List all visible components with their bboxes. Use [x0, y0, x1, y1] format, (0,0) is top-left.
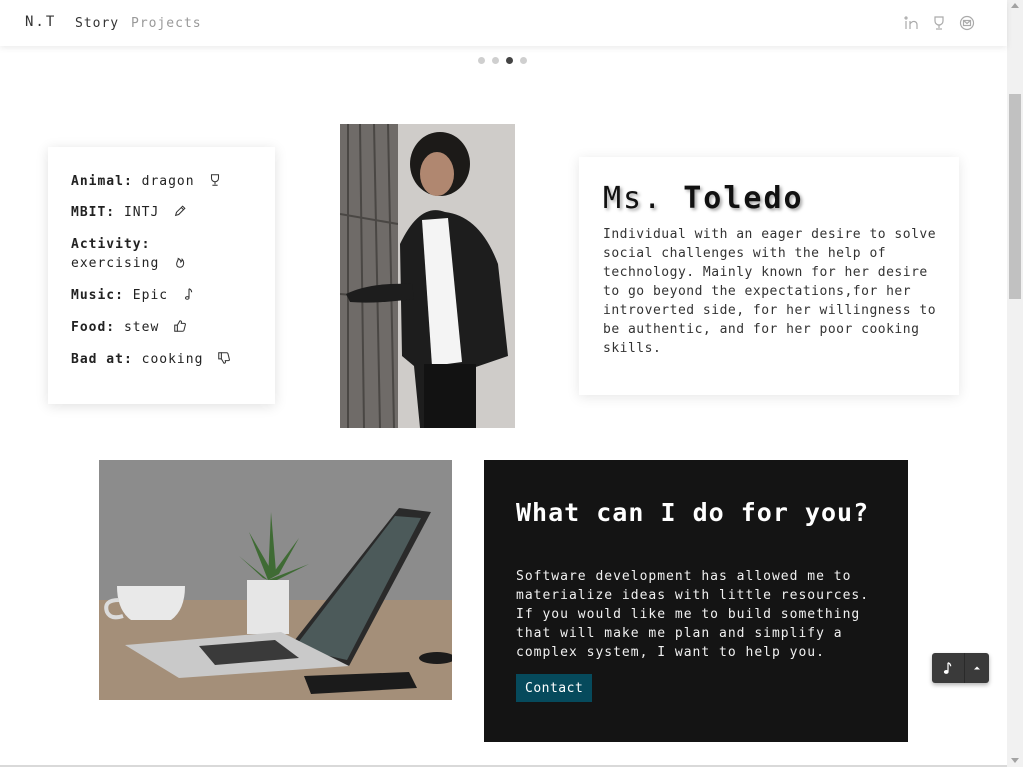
thumbs-up-icon: [168, 320, 187, 335]
fact-value: cooking: [141, 352, 204, 367]
fact-value: Epic: [132, 288, 169, 303]
services-title: What can I do for you?: [516, 498, 870, 527]
trophy-icon[interactable]: [931, 15, 947, 31]
fact-label: Music:: [71, 288, 124, 303]
fact-value: dragon: [141, 174, 195, 189]
carousel-dot[interactable]: [492, 57, 499, 64]
bio-title-last: Toledo: [683, 181, 804, 216]
nav-link-projects[interactable]: Projects: [131, 16, 202, 31]
personal-facts-card: Animal: dragon MBIT: INTJ Activity: exer…: [48, 147, 275, 404]
fact-food: Food: stew: [71, 318, 187, 337]
fact-animal: Animal: dragon: [71, 172, 222, 191]
music-note-icon: [177, 288, 196, 303]
fact-label: Animal:: [71, 174, 133, 189]
trophy-icon: [203, 174, 222, 189]
fact-mbit: MBIT: INTJ: [71, 203, 187, 222]
bio-title: Ms. Toledo: [603, 181, 804, 216]
music-note-icon[interactable]: [932, 653, 965, 683]
mail-icon[interactable]: [959, 15, 975, 31]
bio-description: Individual with an eager desire to solve…: [603, 227, 937, 356]
carousel-indicators: [478, 57, 527, 64]
fact-label: Food:: [71, 320, 116, 335]
music-player-widget: [932, 653, 989, 683]
services-description: Software development has allowed me to m…: [516, 569, 870, 660]
bio-card: Ms. Toledo Individual with an eager desi…: [579, 157, 959, 395]
laptop-photo: [99, 460, 452, 700]
brand-logo[interactable]: N.T: [25, 14, 56, 30]
scroll-down-arrow-icon[interactable]: [1011, 758, 1019, 763]
bio-title-first: Ms.: [603, 181, 664, 216]
contact-button[interactable]: Contact: [516, 674, 593, 702]
carousel-dot[interactable]: [478, 57, 485, 64]
portrait-photo: [340, 124, 515, 428]
fact-label: Bad at:: [71, 352, 133, 367]
fact-label: MBIT:: [71, 205, 116, 220]
services-card: What can I do for you? Software developm…: [484, 460, 908, 742]
fact-bad-at: Bad at: cooking: [71, 350, 231, 369]
fact-activity: Activity: exercising: [71, 235, 221, 273]
scroll-up-arrow-icon[interactable]: [1011, 3, 1019, 8]
fact-label: Activity:: [71, 237, 151, 252]
scrollbar-thumb[interactable]: [1009, 94, 1021, 299]
page-scrollbar[interactable]: [1007, 0, 1023, 767]
caret-up-icon[interactable]: [965, 653, 989, 683]
top-navbar: N.T Story Projects: [0, 0, 1007, 46]
pencil-icon: [168, 205, 187, 220]
thumbs-down-icon: [212, 352, 231, 367]
fire-icon: [168, 256, 187, 271]
nav-link-story[interactable]: Story: [75, 16, 119, 31]
fact-value: INTJ: [123, 205, 160, 220]
carousel-dot-active[interactable]: [506, 57, 513, 64]
carousel-dot[interactable]: [520, 57, 527, 64]
fact-value: exercising: [71, 256, 160, 271]
linkedin-icon[interactable]: [903, 15, 919, 31]
fact-value: stew: [123, 320, 160, 335]
fact-music: Music: Epic: [71, 286, 196, 305]
